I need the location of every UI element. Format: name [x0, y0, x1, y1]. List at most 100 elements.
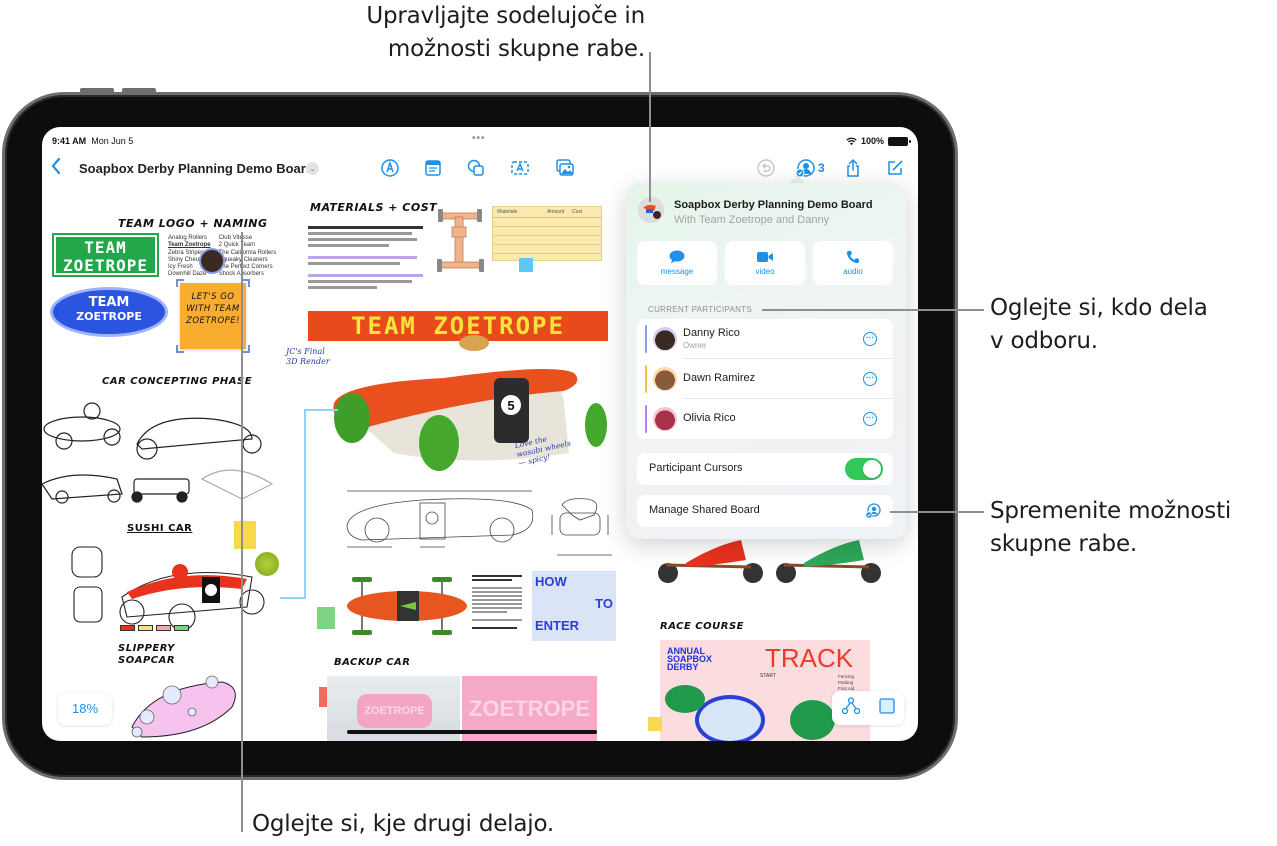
soap-car-sketch[interactable]	[112, 667, 252, 741]
participant-avatar	[653, 367, 677, 391]
popover-header: Soapbox Derby Planning Demo Board With T…	[638, 197, 894, 229]
share-icon	[847, 158, 859, 177]
collaborator-count[interactable]: 3	[818, 161, 825, 175]
more-options-icon[interactable]: ···	[863, 372, 877, 386]
back-button[interactable]	[50, 157, 62, 179]
track-title: TRACK	[765, 643, 854, 673]
selection-handle[interactable]	[242, 345, 250, 353]
section-label-materials: MATERIALS + COST	[310, 201, 438, 214]
how-to-enter-poster[interactable]: HOW TO ENTER	[532, 571, 616, 641]
chassis-sketch[interactable]	[437, 207, 487, 277]
section-label-slippery: SLIPPERY SOAPCAR	[118, 643, 176, 666]
cursor-color-bar	[645, 365, 647, 393]
callout-manage-participants: Upravljajte sodelujoče in možnosti skupn…	[300, 0, 645, 66]
name-item: The Perfect Corners	[218, 264, 273, 271]
track-start: START	[760, 673, 776, 679]
team-logo-block[interactable]: TEAM ZOETROPE	[52, 233, 159, 277]
connector-tool-button[interactable]	[841, 696, 860, 720]
car-number: 5	[507, 398, 514, 413]
action-label: video	[755, 267, 775, 276]
standards-notes[interactable]	[472, 573, 522, 631]
text-line	[308, 244, 389, 247]
manage-shared-board-button[interactable]: Manage Shared Board	[637, 495, 893, 527]
connector-line	[280, 597, 306, 599]
participants-list: Danny Rico Owner ··· Dawn Ramirez ··· Ol…	[637, 319, 893, 439]
track-trees	[665, 685, 705, 713]
participant-row[interactable]: Olivia Rico ···	[637, 399, 893, 439]
connector-line	[304, 409, 306, 599]
more-options-icon[interactable]: ···	[863, 332, 877, 346]
grid-icon	[878, 697, 895, 714]
media-button[interactable]	[554, 157, 576, 179]
participant-cursors-toggle[interactable]	[845, 458, 883, 480]
table-row	[493, 227, 601, 236]
ring-bottom-text: ZOETROPE	[76, 310, 142, 323]
participant-row[interactable]: Dawn Ramirez ···	[637, 359, 893, 399]
pen-tool-button[interactable]	[379, 157, 401, 179]
board-title[interactable]: Soapbox Derby Planning Demo Board	[79, 161, 314, 176]
selection-handle[interactable]	[176, 345, 184, 353]
text-box-button[interactable]	[509, 157, 531, 179]
text-line	[472, 587, 522, 589]
selected-sticky-note[interactable]: LET'S GO WITH TEAM ZOETROPE!	[180, 283, 246, 349]
callout-leader-line	[241, 232, 243, 832]
sushi-car-render[interactable]: 5	[324, 333, 624, 473]
swatch	[138, 625, 153, 631]
name-item: Squeaky Cleaners	[218, 256, 268, 263]
technical-drawing[interactable]	[332, 485, 622, 565]
participant-name: Dawn Ramirez	[683, 372, 756, 384]
message-button[interactable]: message	[637, 241, 717, 285]
chevron-down-icon[interactable]: ⌄	[306, 162, 319, 175]
multitasking-dots[interactable]: •••	[472, 133, 486, 144]
status-bar: 9:41 AM Mon Jun 5 ••• 100%	[42, 133, 918, 150]
materials-table[interactable]: Materials Amount Cost	[492, 206, 602, 261]
callout-line: Upravljajte sodelujoče in	[366, 3, 645, 29]
materials-notes[interactable]	[308, 223, 423, 292]
text-line	[472, 619, 522, 621]
top-down-car-render[interactable]	[332, 572, 482, 642]
undo-button[interactable]	[755, 157, 777, 179]
kart-riders-illustration[interactable]	[656, 535, 886, 585]
yellow-sticky[interactable]	[234, 521, 256, 549]
team-logo-ring[interactable]: TEAM ZOETROPE	[50, 287, 168, 337]
participant-avatar	[653, 327, 677, 351]
selection-handle[interactable]	[242, 279, 250, 287]
text-line	[472, 627, 517, 629]
participant-row[interactable]: Danny Rico Owner ···	[637, 319, 893, 359]
green-sticky[interactable]	[317, 607, 335, 629]
soap-car-model: ZOETROPE	[357, 694, 432, 728]
setting-label: Manage Shared Board	[649, 504, 760, 516]
grid-tool-button[interactable]	[878, 697, 895, 719]
more-options-icon[interactable]: ···	[863, 412, 877, 426]
battery-status: 100%	[846, 136, 911, 146]
video-camera-icon	[757, 252, 773, 262]
shapes-button[interactable]	[465, 157, 487, 179]
wasabi-image[interactable]	[255, 552, 279, 576]
concept-sketches[interactable]	[42, 389, 292, 509]
text-line	[472, 611, 507, 613]
compose-button[interactable]	[884, 157, 906, 179]
audio-button[interactable]: audio	[813, 241, 893, 285]
toolbar: Soapbox Derby Planning Demo Board ⌄ 3	[42, 157, 918, 183]
text-line	[472, 595, 522, 597]
chevron-left-icon	[51, 157, 61, 175]
communication-actions: message video audio	[637, 241, 893, 285]
soap-text: ZOETROPE	[468, 696, 590, 721]
swatch	[156, 625, 171, 631]
callout-leader-line	[649, 52, 651, 202]
selection-handle[interactable]	[176, 279, 184, 287]
sticky-note-button[interactable]	[422, 157, 444, 179]
share-button[interactable]	[842, 157, 864, 179]
home-indicator[interactable]	[347, 730, 597, 734]
sushi-car-sketch[interactable]	[62, 537, 282, 637]
popover-subtitle: With Team Zoetrope and Danny	[674, 214, 830, 226]
action-label: audio	[843, 267, 863, 276]
video-button[interactable]: video	[725, 241, 805, 285]
section-label-race-course: RACE COURSE	[660, 621, 744, 632]
blue-sticker[interactable]	[519, 258, 533, 272]
participants-section-header: CURRENT PARTICIPANTS	[648, 305, 753, 314]
table-row	[493, 245, 601, 254]
yellow-sticky[interactable]	[648, 717, 662, 731]
zoom-level-button[interactable]: 18%	[58, 693, 112, 725]
text-line	[308, 286, 377, 289]
